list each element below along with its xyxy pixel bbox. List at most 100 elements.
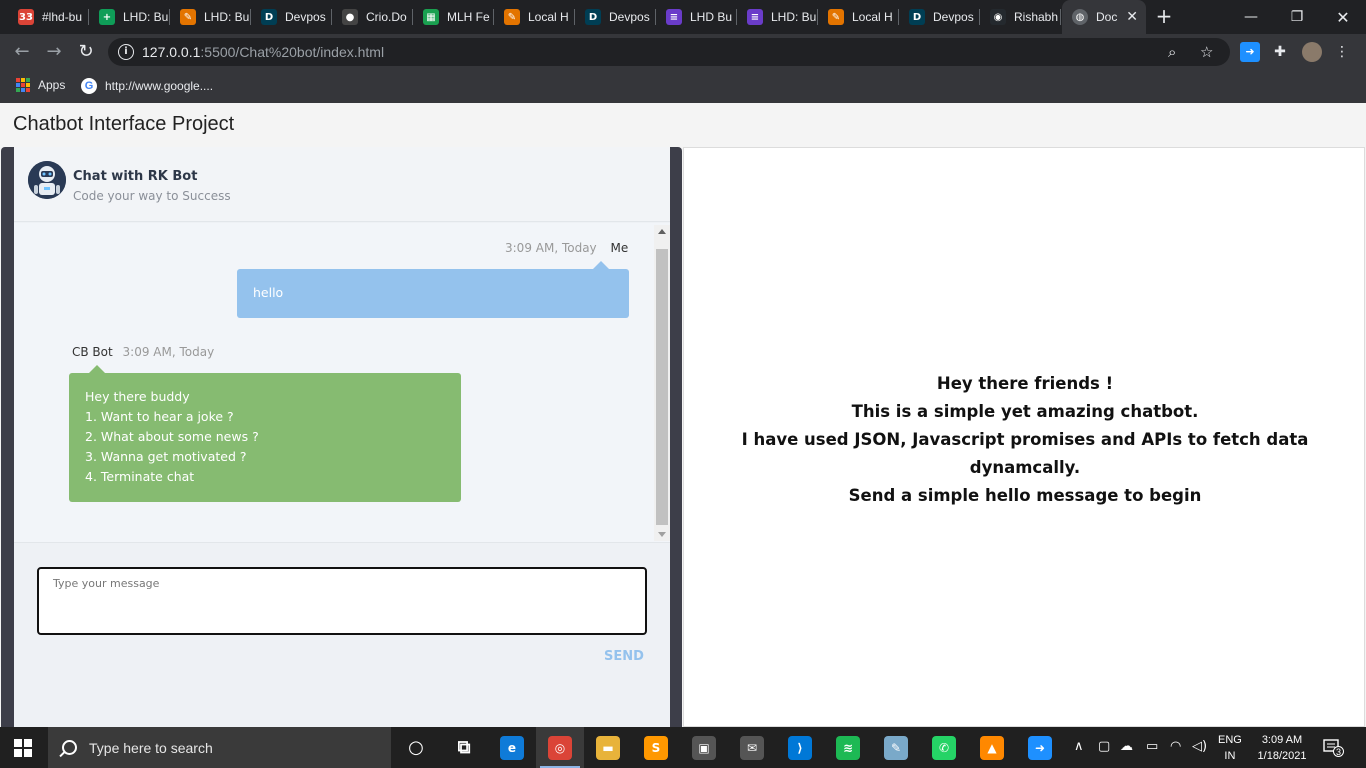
clock[interactable]: 3:09 AM 1/18/2021 (1254, 732, 1310, 764)
tab-title: Doc (1096, 10, 1118, 24)
back-button[interactable]: ← (10, 40, 34, 64)
google-icon: G (81, 78, 97, 94)
taskbar-app-store[interactable]: ▣ (680, 727, 728, 768)
bookmark-star-icon[interactable]: ☆ (1200, 43, 1213, 61)
profile-avatar[interactable] (1302, 42, 1322, 62)
page-title: Chatbot Interface Project (13, 113, 235, 135)
scroll-up-arrow-icon[interactable] (658, 229, 666, 234)
language-indicator[interactable]: ENG IN (1218, 732, 1242, 764)
extensions-puzzle-icon[interactable]: ✚ (1270, 42, 1290, 62)
chat-header: Chat with RK Bot Code your way to Succes… (14, 147, 670, 222)
minimize-button[interactable]: — (1228, 0, 1274, 34)
taskbar-app-vscode[interactable]: ⟩ (776, 727, 824, 768)
zoom-icon[interactable]: ⌕ (1168, 43, 1176, 61)
chat-panel: Chat with RK Bot Code your way to Succes… (1, 147, 682, 727)
cortana-icon: ○ (408, 737, 424, 758)
taskbar-app-send-to[interactable]: ➜ (1016, 727, 1064, 768)
forward-button[interactable]: → (42, 40, 66, 64)
message-scrollbar[interactable] (654, 225, 670, 541)
mlh-icon: ▦ (423, 9, 439, 25)
tab-6[interactable]: ▦ MLH Fe (413, 0, 494, 34)
taskbar-app-edge[interactable]: e (488, 727, 536, 768)
chat-footer: SEND (14, 542, 670, 727)
onedrive-icon[interactable]: ☁ (1120, 739, 1133, 754)
page: Chatbot Interface Project Chat with RK B… (0, 103, 1366, 727)
reload-button[interactable]: ↻ (74, 40, 98, 64)
bookmark-apps[interactable]: Apps (16, 78, 65, 92)
taskbar-app-chrome[interactable]: ◎ (536, 727, 584, 768)
message-line: 2. What about some news ? (85, 429, 259, 444)
scroll-down-arrow-icon[interactable] (658, 532, 666, 537)
taskbar-app-cortana[interactable]: ○ (392, 727, 440, 768)
tab-9[interactable]: ≡ LHD Bu (656, 0, 737, 34)
wifi-icon[interactable]: ◠ (1170, 739, 1181, 754)
browser-tab-strip: 33 #lhd-bu + LHD: Bu ✎ LHD: Bu D Devpos ● Crio.Do… (0, 0, 1366, 34)
tab-title: #lhd-bu (42, 10, 83, 24)
site-info-icon[interactable]: i (118, 44, 134, 60)
chat-window: Chat with RK Bot Code your way to Succes… (14, 147, 670, 727)
tab-3[interactable]: ✎ LHD: Bu (170, 0, 251, 34)
address-bar[interactable]: i 127.0.0.1:5500/Chat%20bot/index.html ⌕… (108, 38, 1230, 66)
send-to-icon: ➜ (1028, 735, 1052, 760)
tab-1[interactable]: 33 #lhd-bu (8, 0, 89, 34)
close-window-button[interactable]: ✕ (1320, 0, 1366, 34)
tab-5[interactable]: ● Crio.Do (332, 0, 413, 34)
tab-title: LHD: Bu (123, 10, 169, 24)
tab-7[interactable]: ✎ Local H (494, 0, 575, 34)
battery-icon[interactable]: ▭ (1146, 739, 1158, 754)
tab-title: MLH Fe (447, 10, 490, 24)
restore-button[interactable]: ❐ (1274, 0, 1320, 34)
taskbar-app-whatsapp[interactable]: ✆ (920, 727, 968, 768)
pencil-icon: ✎ (180, 9, 196, 25)
pencil-icon: ✎ (828, 9, 844, 25)
taskbar-app-notepad[interactable]: ✎ (872, 727, 920, 768)
info-panel: Hey there friends ! This is a simple yet… (683, 147, 1365, 727)
file-explorer-icon: ▬ (596, 735, 620, 760)
info-line: This is a simple yet amazing chatbot. (851, 402, 1199, 421)
tab-4[interactable]: D Devpos (251, 0, 332, 34)
notification-center-icon[interactable]: 3 (1322, 737, 1344, 757)
browser-menu-icon[interactable]: ⋮ (1332, 42, 1352, 62)
bot-tagline: Code your way to Success (73, 189, 231, 203)
tab-10[interactable]: ≡ LHD: Bu (737, 0, 818, 34)
taskbar-app-vlc[interactable]: ▲ (968, 727, 1016, 768)
chrome-icon: ◎ (548, 735, 572, 760)
tab-title: Rishabh (1014, 10, 1059, 24)
extension-cast-icon[interactable]: ➜ (1240, 42, 1260, 62)
edge-icon: e (500, 735, 524, 760)
taskbar-app-spotify[interactable]: ≋ (824, 727, 872, 768)
tab-title: Crio.Do (366, 10, 407, 24)
new-tab-button[interactable]: + (1152, 5, 1176, 29)
meet-now-icon[interactable]: ▢ (1098, 739, 1110, 754)
taskbar-app-mail[interactable]: ✉ (728, 727, 776, 768)
taskbar-app-sublime[interactable]: S (632, 727, 680, 768)
bookmark-google[interactable]: G http://www.google.... (81, 78, 213, 94)
taskbar-app-task-view[interactable]: ⧉ (440, 727, 488, 768)
task-view-icon: ⧉ (457, 737, 471, 758)
tab-2[interactable]: + LHD: Bu (89, 0, 170, 34)
volume-icon[interactable]: ◁) (1192, 739, 1207, 754)
tab-8[interactable]: D Devpos (575, 0, 656, 34)
windows-start-icon[interactable] (14, 739, 32, 757)
scroll-thumb[interactable] (656, 249, 668, 525)
message-line: Hey there buddy (85, 389, 190, 404)
robot-icon (28, 161, 66, 199)
message-list[interactable]: 3:09 AM, Today Me hello CB Bot 3:09 AM, … (14, 223, 670, 542)
message-time: 3:09 AM, Today (505, 241, 597, 255)
tab-13[interactable]: ◉ Rishabh (980, 0, 1061, 34)
url-text[interactable]: 127.0.0.1:5500/Chat%20bot/index.html (142, 44, 384, 60)
tab-12[interactable]: D Devpos (899, 0, 980, 34)
tray-chevron-icon[interactable]: ∧ (1074, 739, 1084, 754)
tab-active[interactable]: ◍ Doc ✕ (1062, 0, 1146, 34)
store-icon: ▣ (692, 735, 716, 760)
taskbar-search[interactable]: Type here to search (48, 727, 391, 768)
info-line: Send a simple hello message to begin (848, 486, 1202, 505)
pencil-icon: ✎ (504, 9, 520, 25)
send-button[interactable]: SEND (604, 649, 644, 664)
message-input[interactable] (37, 567, 647, 635)
taskbar-app-file-explorer[interactable]: ▬ (584, 727, 632, 768)
search-placeholder: Type here to search (89, 739, 213, 756)
apps-grid-icon (16, 78, 30, 92)
tab-11[interactable]: ✎ Local H (818, 0, 899, 34)
close-tab-icon[interactable]: ✕ (1126, 9, 1138, 25)
